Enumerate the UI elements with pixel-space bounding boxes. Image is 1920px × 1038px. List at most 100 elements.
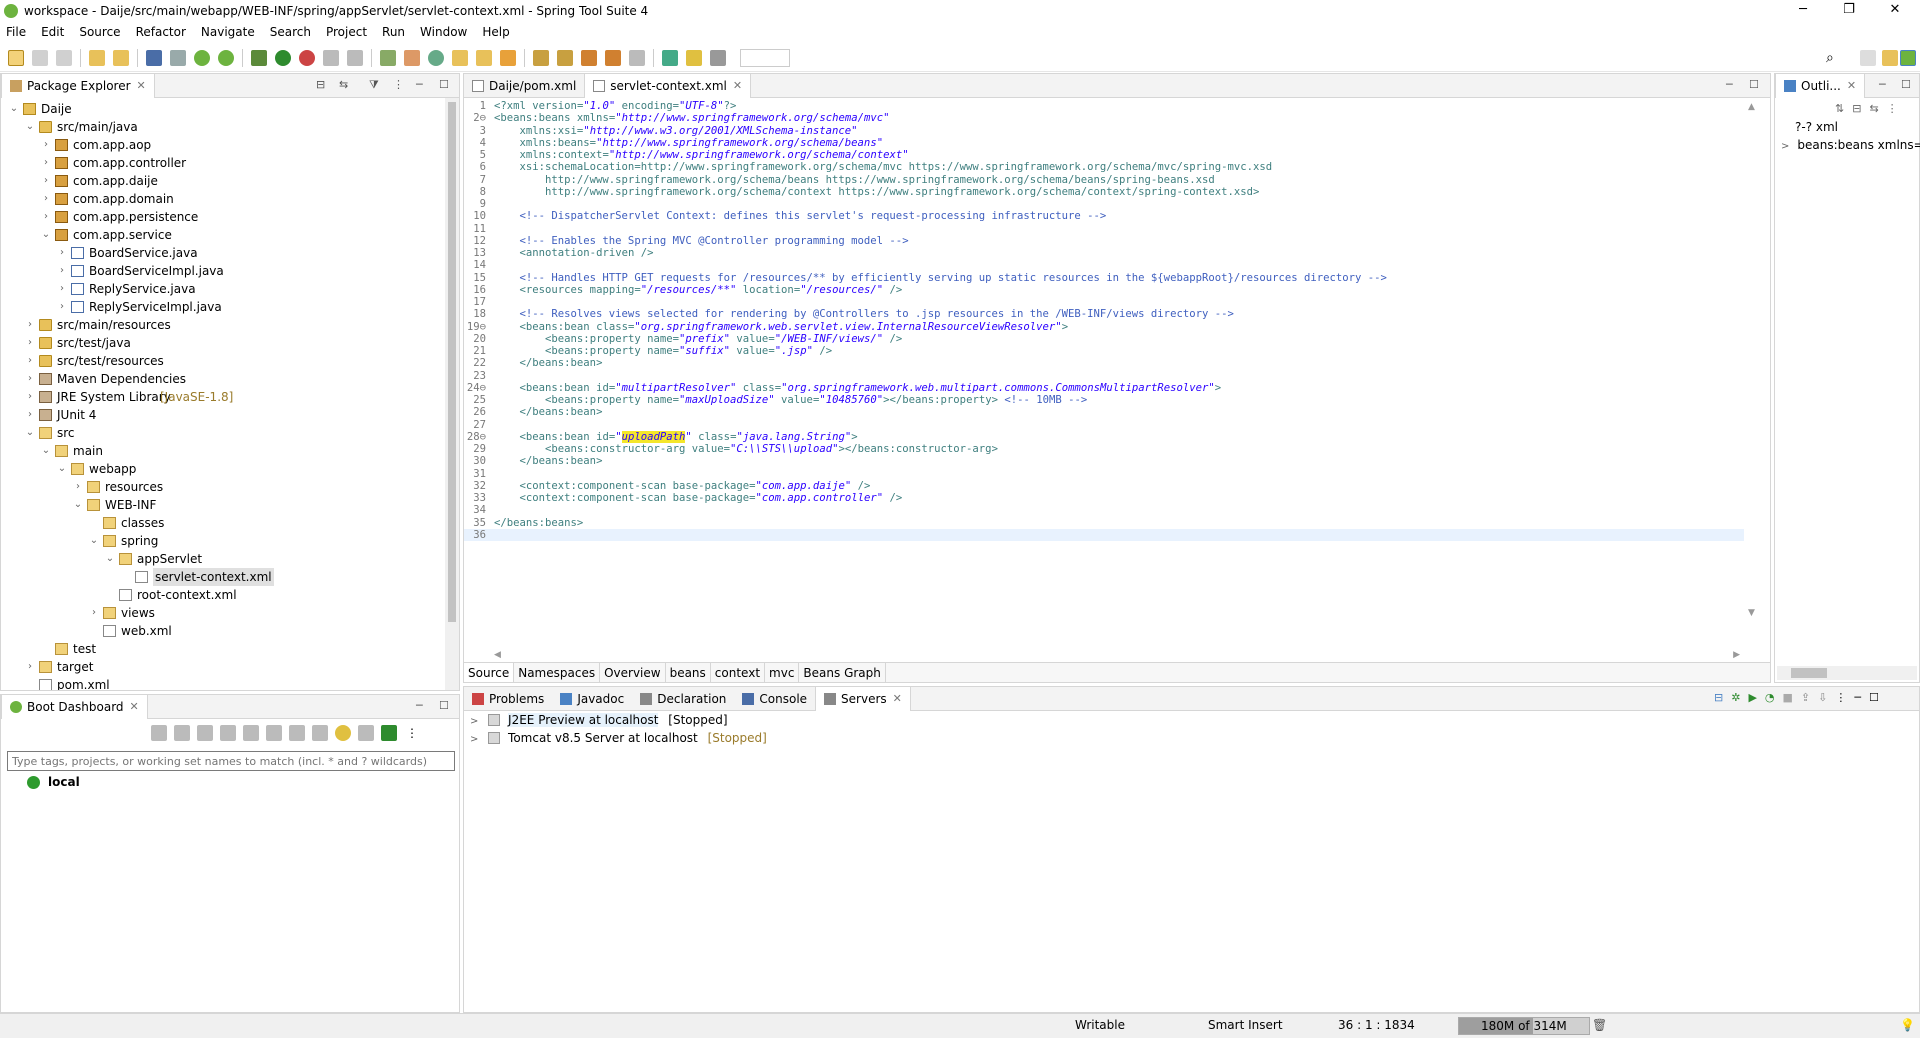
stop-icon[interactable] (323, 49, 339, 66)
menu-search[interactable]: Search (270, 25, 311, 39)
minimize-view-icon[interactable]: ─ (1726, 78, 1733, 91)
chevron-right-icon[interactable]: › (41, 136, 51, 154)
stop-server-icon[interactable]: ■ (1783, 691, 1793, 704)
tree-item[interactable]: › target (1, 658, 445, 676)
code-line[interactable]: 21 <beans:property name="suffix" value="… (464, 345, 1744, 357)
menu-navigate[interactable]: Navigate (201, 25, 255, 39)
tree-item[interactable]: › com.app.domain (1, 190, 445, 208)
code-line[interactable]: 20 <beans:property name="prefix" value="… (464, 333, 1744, 345)
chevron-right-icon[interactable]: > (470, 716, 478, 727)
chevron-down-icon[interactable]: ⌄ (41, 442, 51, 460)
chevron-right-icon[interactable]: › (57, 262, 67, 280)
tree-item[interactable]: pom.xml (1, 676, 445, 690)
chevron-down-icon[interactable]: ⌄ (105, 550, 115, 568)
open-perspective-icon[interactable] (1860, 50, 1876, 66)
tree-item[interactable]: › src/main/resources (1, 316, 445, 334)
chevron-right-icon[interactable]: › (41, 190, 51, 208)
start-server-icon[interactable]: ▶ (1748, 691, 1756, 704)
tree-item[interactable]: › BoardServiceImpl.java (1, 262, 445, 280)
pin-editor-icon[interactable] (662, 49, 678, 66)
code-line[interactable]: 7 http://www.springframework.org/schema/… (464, 174, 1744, 186)
code-line[interactable]: 36 (464, 528, 1744, 541)
chevron-down-icon[interactable]: ⌄ (25, 118, 35, 136)
code-line[interactable]: 25 <beans:property name="maxUploadSize" … (464, 394, 1744, 406)
disconnect-icon[interactable] (347, 49, 363, 66)
maximize-view-icon[interactable]: ☐ (439, 699, 449, 712)
code-line[interactable]: 23 (464, 370, 1744, 382)
filter-icon[interactable]: ⧩ (369, 78, 379, 92)
terminal-icon[interactable] (170, 49, 186, 66)
view-menu-icon[interactable]: ⋮ (393, 78, 404, 91)
chevron-right-icon[interactable]: › (25, 316, 35, 334)
restart-icon[interactable] (174, 725, 190, 741)
new-icon[interactable] (8, 49, 24, 66)
debug-server-icon[interactable]: ✲ (1731, 691, 1740, 704)
tab-outline[interactable]: Outli... ✕ (1775, 73, 1866, 98)
last-edit-icon[interactable] (581, 49, 597, 66)
code-line[interactable]: 8 http://www.springframework.org/schema/… (464, 186, 1744, 198)
tab-javadoc[interactable]: Javadoc (552, 687, 632, 711)
code-line[interactable]: 27 (464, 419, 1744, 431)
tab-problems[interactable]: Problems (464, 687, 552, 711)
sort-icon[interactable]: ⇅ (1835, 102, 1844, 115)
tab-console[interactable]: Console (734, 687, 815, 711)
tree-item[interactable]: ⌄ src (1, 424, 445, 442)
chevron-right-icon[interactable]: › (25, 388, 35, 406)
tab-boot-dashboard[interactable]: Boot Dashboard ✕ (1, 694, 148, 719)
new-class-icon[interactable] (428, 49, 444, 66)
tree-item[interactable]: › views (1, 604, 445, 622)
tree-item[interactable]: › src/test/resources (1, 352, 445, 370)
code-line[interactable]: 14 (464, 259, 1744, 271)
chevron-right-icon[interactable]: › (41, 208, 51, 226)
menu-file[interactable]: File (6, 25, 26, 39)
menu-source[interactable]: Source (79, 25, 120, 39)
menu-window[interactable]: Window (420, 25, 467, 39)
code-line[interactable]: 30 </beans:bean> (464, 455, 1744, 467)
show-properties-icon[interactable] (312, 725, 328, 741)
external-tools-icon[interactable] (299, 49, 315, 66)
chevron-right-icon[interactable]: > (1781, 141, 1789, 152)
package-explorer-scrollbar[interactable] (445, 98, 459, 690)
code-line[interactable]: 15 <!-- Handles HTTP GET requests for /r… (464, 272, 1744, 284)
code-line[interactable]: 34 (464, 504, 1744, 516)
code-line[interactable]: 5 xmlns:context="http://www.springframew… (464, 149, 1744, 161)
collapse-all-icon[interactable]: ⊟ (316, 78, 325, 91)
code-line[interactable]: 16 <resources mapping="/resources/**" lo… (464, 284, 1744, 296)
minimize-button[interactable]: ─ (1780, 0, 1826, 22)
minimize-view-icon[interactable]: ─ (1854, 691, 1861, 704)
chevron-right-icon[interactable]: › (41, 154, 51, 172)
code-line[interactable]: 13 <annotation-driven /> (464, 247, 1744, 259)
chevron-right-icon[interactable]: › (41, 172, 51, 190)
quick-access-search-icon[interactable]: ⌕ (1826, 50, 1834, 66)
tree-item[interactable]: ⌄ com.app.service (1, 226, 445, 244)
debug-icon[interactable] (251, 49, 267, 66)
code-line[interactable]: 32 <context:component-scan base-package=… (464, 480, 1744, 492)
chevron-right-icon[interactable]: › (57, 280, 67, 298)
code-line[interactable]: 18 <!-- Resolves views selected for rend… (464, 308, 1744, 320)
lightbulb-icon[interactable]: 💡 (1900, 1018, 1915, 1032)
outline-item[interactable]: > beans:beans xmlns= (1781, 138, 1920, 152)
code-line[interactable]: 26 </beans:bean> (464, 406, 1744, 418)
close-icon[interactable]: ✕ (893, 692, 902, 705)
chevron-right-icon[interactable]: › (25, 406, 35, 424)
tree-item[interactable]: ⌄ webapp (1, 460, 445, 478)
code-line[interactable]: 3 xmlns:xsi="http://www.w3.org/2001/XMLS… (464, 125, 1744, 137)
perspective-combo[interactable] (740, 48, 790, 67)
code-line[interactable]: 10 <!-- DispatcherServlet Context: defin… (464, 210, 1744, 222)
chevron-down-icon[interactable]: ⌄ (73, 496, 83, 514)
maximize-view-icon[interactable]: ☐ (439, 78, 449, 91)
restore-button[interactable]: ❐ (1826, 0, 1872, 22)
tree-item[interactable]: › Maven Dependencies (1, 370, 445, 388)
code-line[interactable]: 11 (464, 223, 1744, 235)
tree-item[interactable]: servlet-context.xml (1, 568, 445, 586)
chevron-right-icon[interactable]: › (25, 352, 35, 370)
code-line[interactable]: 24⊖ <beans:bean id="multipartResolver" c… (464, 382, 1744, 394)
menu-run[interactable]: Run (382, 25, 405, 39)
open-folder-icon[interactable] (500, 49, 516, 66)
open-resource-icon[interactable] (113, 49, 129, 66)
lightbulb-icon[interactable] (335, 725, 351, 741)
code-line[interactable]: 33 <context:component-scan base-package=… (464, 492, 1744, 504)
overview-ruler[interactable]: ▲ ▼ (1748, 102, 1762, 622)
chevron-down-icon[interactable]: ⌄ (25, 424, 35, 442)
tree-item[interactable]: ⌄ main (1, 442, 445, 460)
